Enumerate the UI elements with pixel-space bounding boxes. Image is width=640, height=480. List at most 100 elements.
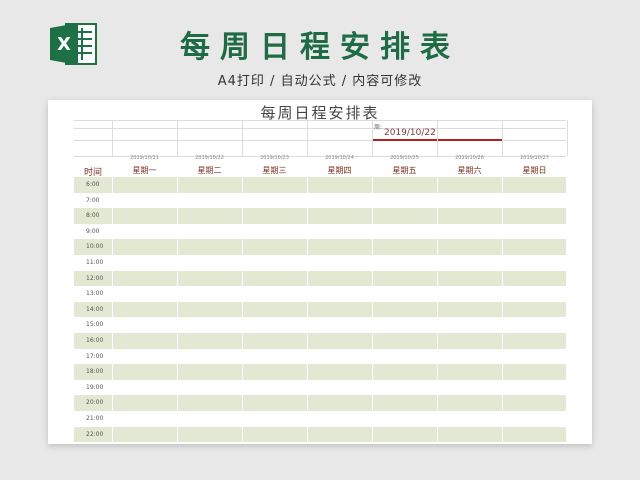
schedule-cell[interactable] (437, 208, 502, 224)
schedule-cell[interactable] (372, 395, 437, 411)
schedule-cell[interactable] (502, 411, 567, 427)
schedule-cell[interactable] (437, 239, 502, 255)
schedule-cell[interactable] (242, 270, 307, 287)
schedule-cell[interactable] (177, 426, 242, 443)
schedule-cell[interactable] (502, 270, 567, 287)
schedule-cell[interactable] (502, 255, 567, 271)
week-date-input[interactable]: 2019/10/22 (384, 128, 436, 138)
schedule-cell[interactable] (242, 223, 307, 240)
schedule-cell[interactable] (437, 317, 502, 333)
schedule-cell[interactable] (502, 333, 567, 349)
schedule-cell[interactable] (372, 333, 437, 349)
schedule-cell[interactable] (112, 270, 177, 287)
schedule-cell[interactable] (502, 301, 567, 318)
schedule-cell[interactable] (437, 411, 502, 427)
schedule-cell[interactable] (502, 208, 567, 224)
schedule-cell[interactable] (307, 192, 372, 209)
schedule-cell[interactable] (112, 411, 177, 427)
schedule-cell[interactable] (437, 192, 502, 209)
schedule-cell[interactable] (242, 192, 307, 209)
schedule-cell[interactable] (307, 286, 372, 302)
schedule-cell[interactable] (437, 177, 502, 193)
schedule-cell[interactable] (307, 364, 372, 380)
schedule-cell[interactable] (502, 286, 567, 302)
schedule-cell[interactable] (437, 426, 502, 443)
schedule-cell[interactable] (242, 395, 307, 411)
schedule-cell[interactable] (502, 348, 567, 365)
schedule-cell[interactable] (502, 317, 567, 333)
schedule-cell[interactable] (112, 301, 177, 318)
schedule-cell[interactable] (437, 364, 502, 380)
schedule-cell[interactable] (242, 426, 307, 443)
schedule-cell[interactable] (177, 317, 242, 333)
schedule-cell[interactable] (112, 255, 177, 271)
schedule-cell[interactable] (177, 239, 242, 255)
schedule-cell[interactable] (112, 239, 177, 255)
schedule-cell[interactable] (372, 286, 437, 302)
schedule-cell[interactable] (437, 223, 502, 240)
schedule-cell[interactable] (372, 317, 437, 333)
schedule-cell[interactable] (372, 239, 437, 255)
schedule-cell[interactable] (177, 364, 242, 380)
schedule-cell[interactable] (112, 395, 177, 411)
schedule-cell[interactable] (112, 208, 177, 224)
schedule-cell[interactable] (502, 395, 567, 411)
schedule-cell[interactable] (372, 364, 437, 380)
schedule-cell[interactable] (307, 348, 372, 365)
schedule-cell[interactable] (307, 333, 372, 349)
schedule-cell[interactable] (307, 317, 372, 333)
schedule-cell[interactable] (437, 255, 502, 271)
schedule-cell[interactable] (372, 208, 437, 224)
schedule-cell[interactable] (307, 208, 372, 224)
schedule-cell[interactable] (112, 379, 177, 396)
schedule-cell[interactable] (502, 239, 567, 255)
schedule-cell[interactable] (437, 301, 502, 318)
schedule-cell[interactable] (372, 177, 437, 193)
schedule-cell[interactable] (177, 411, 242, 427)
schedule-cell[interactable] (242, 348, 307, 365)
schedule-cell[interactable] (242, 286, 307, 302)
schedule-cell[interactable] (502, 177, 567, 193)
schedule-cell[interactable] (242, 379, 307, 396)
schedule-cell[interactable] (112, 177, 177, 193)
schedule-cell[interactable] (177, 348, 242, 365)
schedule-cell[interactable] (177, 270, 242, 287)
schedule-cell[interactable] (307, 379, 372, 396)
schedule-cell[interactable] (242, 239, 307, 255)
schedule-cell[interactable] (242, 364, 307, 380)
schedule-cell[interactable] (242, 255, 307, 271)
schedule-cell[interactable] (307, 270, 372, 287)
schedule-cell[interactable] (177, 395, 242, 411)
schedule-cell[interactable] (307, 301, 372, 318)
schedule-cell[interactable] (307, 395, 372, 411)
schedule-cell[interactable] (242, 301, 307, 318)
schedule-cell[interactable] (242, 333, 307, 349)
schedule-cell[interactable] (112, 364, 177, 380)
schedule-cell[interactable] (437, 379, 502, 396)
schedule-cell[interactable] (502, 379, 567, 396)
schedule-cell[interactable] (242, 317, 307, 333)
schedule-cell[interactable] (112, 223, 177, 240)
schedule-cell[interactable] (372, 411, 437, 427)
schedule-cell[interactable] (437, 286, 502, 302)
schedule-cell[interactable] (177, 301, 242, 318)
schedule-cell[interactable] (437, 348, 502, 365)
schedule-cell[interactable] (502, 364, 567, 380)
schedule-cell[interactable] (177, 333, 242, 349)
schedule-cell[interactable] (242, 411, 307, 427)
schedule-cell[interactable] (372, 348, 437, 365)
schedule-cell[interactable] (177, 223, 242, 240)
schedule-cell[interactable] (372, 255, 437, 271)
schedule-cell[interactable] (437, 333, 502, 349)
schedule-cell[interactable] (177, 379, 242, 396)
schedule-cell[interactable] (112, 348, 177, 365)
schedule-cell[interactable] (372, 223, 437, 240)
schedule-cell[interactable] (112, 286, 177, 302)
schedule-cell[interactable] (112, 317, 177, 333)
schedule-cell[interactable] (502, 426, 567, 443)
schedule-cell[interactable] (112, 192, 177, 209)
schedule-cell[interactable] (502, 223, 567, 240)
schedule-cell[interactable] (502, 192, 567, 209)
schedule-cell[interactable] (372, 379, 437, 396)
schedule-cell[interactable] (112, 333, 177, 349)
